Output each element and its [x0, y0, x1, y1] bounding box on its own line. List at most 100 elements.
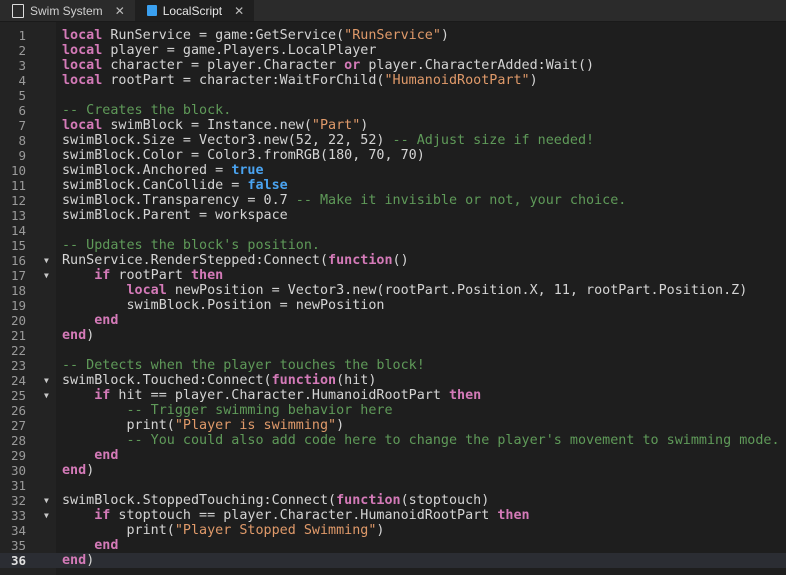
- code-line[interactable]: 14: [0, 223, 786, 238]
- code-line[interactable]: 17 ▼ if rootPart then: [0, 268, 786, 283]
- code-line[interactable]: 20 end: [0, 313, 786, 328]
- code-lines[interactable]: 1 local RunService = game:GetService("Run…: [0, 28, 786, 568]
- code-line[interactable]: 16 ▼ RunService.RenderStepped:Connect(func…: [0, 253, 786, 268]
- code-line[interactable]: 4 local rootPart = character:WaitForChild…: [0, 73, 786, 88]
- code-line[interactable]: 29 end: [0, 448, 786, 463]
- close-icon[interactable]: ✕: [234, 4, 244, 18]
- code-text: local swimBlock = Instance.new("Part"): [62, 118, 368, 133]
- code-token: player = game.Players.LocalPlayer: [102, 43, 377, 58]
- code-token: local: [62, 58, 103, 73]
- code-token: end: [62, 328, 87, 343]
- code-token: ): [86, 328, 95, 343]
- code-line[interactable]: 27 print("Player is swimming"): [0, 418, 786, 433]
- code-token: character = player.Character: [102, 58, 345, 73]
- fold-arrow-icon[interactable]: ▼: [44, 493, 49, 508]
- code-text: print("Player is swimming"): [62, 418, 344, 433]
- code-line[interactable]: 2 local player = game.Players.LocalPlayer: [0, 43, 786, 58]
- code-text: swimBlock.Anchored = true: [62, 163, 264, 178]
- code-line[interactable]: 33 ▼ if stoptouch == player.Character.Hum…: [0, 508, 786, 523]
- tab-bar: Swim System ✕ LocalScript ✕: [0, 0, 786, 22]
- code-token: local: [62, 118, 103, 133]
- line-number: 20: [10, 313, 26, 328]
- code-token: "RunService": [344, 28, 441, 43]
- code-line[interactable]: 19 swimBlock.Position = newPosition: [0, 298, 786, 313]
- code-token: -- You could also add code here to chang…: [126, 433, 780, 448]
- line-number: 17: [10, 268, 26, 283]
- code-line[interactable]: 28 -- You could also add code here to ch…: [0, 433, 786, 448]
- line-number: 3: [18, 58, 26, 73]
- code-line[interactable]: 12 swimBlock.Transparency = 0.7 -- Make i…: [0, 193, 786, 208]
- code-line[interactable]: 5: [0, 88, 786, 103]
- code-token: "Player Stopped Swimming": [174, 523, 377, 538]
- code-line[interactable]: 11 swimBlock.CanCollide = false: [0, 178, 786, 193]
- code-token: (): [392, 253, 409, 268]
- tab-localscript[interactable]: LocalScript ✕: [134, 0, 255, 21]
- code-text: local RunService = game:GetService("RunS…: [62, 28, 449, 43]
- line-number: 34: [10, 523, 26, 538]
- code-token: then: [448, 388, 482, 403]
- tab-label: Swim System: [30, 3, 103, 18]
- code-text: if rootPart then: [62, 268, 223, 283]
- fold-arrow-icon[interactable]: ▼: [44, 508, 49, 523]
- code-token: swimBlock.CanCollide =: [62, 178, 248, 193]
- code-line[interactable]: 10 swimBlock.Anchored = true: [0, 163, 786, 178]
- line-number: 35: [10, 538, 26, 553]
- code-token: -- Detects when the player touches the b…: [62, 358, 425, 373]
- code-token: "HumanoidRootPart": [384, 73, 530, 88]
- line-number: 33: [10, 508, 26, 523]
- code-token: ): [440, 28, 449, 43]
- code-editor[interactable]: 1 local RunService = game:GetService("Run…: [0, 22, 786, 575]
- code-token: ): [336, 418, 345, 433]
- fold-arrow-icon[interactable]: ▼: [44, 373, 49, 388]
- code-line[interactable]: 15 -- Updates the block's position.: [0, 238, 786, 253]
- code-line[interactable]: 8 swimBlock.Size = Vector3.new(52, 22, 52…: [0, 133, 786, 148]
- code-line[interactable]: 23 -- Detects when the player touches the…: [0, 358, 786, 373]
- code-text: if hit == player.Character.HumanoidRootP…: [62, 388, 481, 403]
- code-line[interactable]: 36 end): [0, 553, 786, 568]
- line-number: 16: [10, 253, 26, 268]
- code-line[interactable]: 18 local newPosition = Vector3.new(rootP…: [0, 283, 786, 298]
- line-number: 36: [10, 553, 26, 568]
- code-line[interactable]: 32 ▼ swimBlock.StoppedTouching:Connect(fun…: [0, 493, 786, 508]
- code-line[interactable]: 25 ▼ if hit == player.Character.HumanoidR…: [0, 388, 786, 403]
- code-line[interactable]: 34 print("Player Stopped Swimming"): [0, 523, 786, 538]
- fold-arrow-icon[interactable]: ▼: [44, 268, 49, 283]
- line-number: 25: [10, 388, 26, 403]
- fold-arrow-icon[interactable]: ▼: [44, 253, 49, 268]
- code-line[interactable]: 3 local character = player.Character or p…: [0, 58, 786, 73]
- code-line[interactable]: 35 end: [0, 538, 786, 553]
- code-line[interactable]: 7 local swimBlock = Instance.new("Part"): [0, 118, 786, 133]
- line-number: 21: [10, 328, 26, 343]
- code-token: "Player is swimming": [174, 418, 337, 433]
- code-line[interactable]: 9 swimBlock.Color = Color3.fromRGB(180, 7…: [0, 148, 786, 163]
- code-line[interactable]: 13 swimBlock.Parent = workspace: [0, 208, 786, 223]
- code-line[interactable]: 26 -- Trigger swimming behavior here: [0, 403, 786, 418]
- code-text: end): [62, 553, 94, 568]
- code-text: print("Player Stopped Swimming"): [62, 523, 384, 538]
- code-token: then: [497, 508, 530, 523]
- code-line[interactable]: 1 local RunService = game:GetService("Run…: [0, 28, 786, 43]
- code-line[interactable]: 21 end): [0, 328, 786, 343]
- close-icon[interactable]: ✕: [115, 4, 125, 18]
- line-number: 10: [10, 163, 26, 178]
- code-line[interactable]: 6 -- Creates the block.: [0, 103, 786, 118]
- line-number: 1: [18, 28, 26, 43]
- code-line[interactable]: 22: [0, 343, 786, 358]
- code-text: swimBlock.Size = Vector3.new(52, 22, 52)…: [62, 133, 594, 148]
- code-token: function: [336, 493, 401, 508]
- code-token: function: [328, 253, 393, 268]
- code-token: swimBlock.Anchored =: [62, 163, 232, 178]
- code-token: local: [126, 283, 167, 298]
- code-token: RunService.RenderStepped:Connect(: [62, 253, 329, 268]
- code-line[interactable]: 30 end): [0, 463, 786, 478]
- code-line[interactable]: 24 ▼ swimBlock.Touched:Connect(function(hi…: [0, 373, 786, 388]
- tab-swim-system[interactable]: Swim System ✕: [0, 0, 135, 21]
- code-token: -- Updates the block's position.: [62, 238, 320, 253]
- fold-arrow-icon[interactable]: ▼: [44, 388, 49, 403]
- code-line[interactable]: 31: [0, 478, 786, 493]
